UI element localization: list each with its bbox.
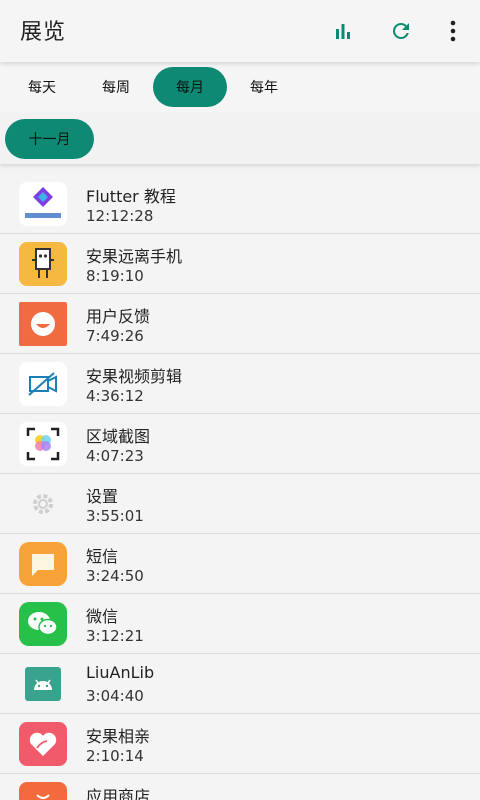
- heart-icon: [19, 722, 67, 766]
- tab-weekly[interactable]: 每周: [79, 67, 153, 107]
- wechat-icon: [19, 602, 67, 646]
- tab-daily[interactable]: 每天: [5, 67, 79, 107]
- usage-time: 3:55:01: [86, 507, 144, 525]
- usage-time: 7:49:26: [86, 327, 144, 345]
- app-name: 应用商店: [86, 787, 151, 800]
- app-name: 短信: [86, 547, 119, 566]
- bar-chart-button[interactable]: [326, 14, 360, 48]
- list-item[interactable]: 微信 3:12:21: [0, 594, 480, 654]
- more-vert-icon: [450, 20, 456, 42]
- more-options-button[interactable]: [436, 14, 470, 48]
- month-chip[interactable]: 十一月: [5, 119, 94, 159]
- app-usage-list[interactable]: Flutter 教程 12:12:28 安果远离手机 8:19:10 用户反馈: [0, 164, 480, 800]
- list-item[interactable]: 安果远离手机 8:19:10: [0, 234, 480, 294]
- list-item[interactable]: 应用商店: [0, 774, 480, 800]
- app-name: 微信: [86, 607, 119, 626]
- android-icon: [19, 662, 67, 706]
- app-name: LiuAnLib: [86, 663, 155, 682]
- list-item[interactable]: 设置 3:55:01: [0, 474, 480, 534]
- refresh-button[interactable]: [384, 14, 418, 48]
- usage-time: 3:12:21: [86, 627, 144, 645]
- tab-monthly[interactable]: 每月: [153, 67, 227, 107]
- usage-time: 2:10:14: [86, 747, 144, 765]
- app-name: 设置: [86, 487, 119, 506]
- bar-chart-icon: [336, 24, 350, 39]
- refresh-icon: [393, 22, 409, 39]
- smile-icon: [19, 302, 67, 346]
- robot-icon: [19, 242, 67, 286]
- month-selector-bar: 十一月: [0, 112, 480, 164]
- page-title: 展览: [20, 20, 67, 45]
- app-bar: 展览: [0, 0, 480, 62]
- period-tabs: 每天 每周 每月 每年: [0, 62, 480, 112]
- list-item[interactable]: 安果相亲 2:10:14: [0, 714, 480, 774]
- usage-time: 12:12:28: [86, 207, 154, 225]
- list-item[interactable]: Flutter 教程 12:12:28: [0, 174, 480, 234]
- app-name: 安果视频剪辑: [86, 367, 183, 386]
- usage-time: 3:24:50: [86, 567, 144, 585]
- usage-time: 3:04:40: [86, 687, 144, 705]
- usage-time: 4:07:23: [86, 447, 144, 465]
- list-item[interactable]: LiuAnLib 3:04:40: [0, 654, 480, 714]
- app-name: 安果远离手机: [86, 247, 183, 266]
- list-item[interactable]: 安果视频剪辑 4:36:12: [0, 354, 480, 414]
- app-name: Flutter 教程: [86, 187, 176, 206]
- tab-yearly[interactable]: 每年: [227, 67, 301, 107]
- app-name: 安果相亲: [86, 727, 151, 746]
- message-icon: [19, 542, 67, 586]
- list-item[interactable]: 用户反馈 7:49:26: [0, 294, 480, 354]
- list-item[interactable]: 区域截图 4:07:23: [0, 414, 480, 474]
- flutter-icon: [19, 182, 67, 226]
- usage-time: 4:36:12: [86, 387, 144, 405]
- screenshot-icon: [19, 422, 67, 466]
- list-item[interactable]: 短信 3:24:50: [0, 534, 480, 594]
- app-name: 区域截图: [86, 427, 151, 446]
- app-name: 用户反馈: [86, 307, 151, 326]
- video-off-icon: [19, 362, 67, 406]
- usage-time: 8:19:10: [86, 267, 144, 285]
- store-icon: [19, 782, 67, 800]
- settings-icon: [19, 482, 67, 526]
